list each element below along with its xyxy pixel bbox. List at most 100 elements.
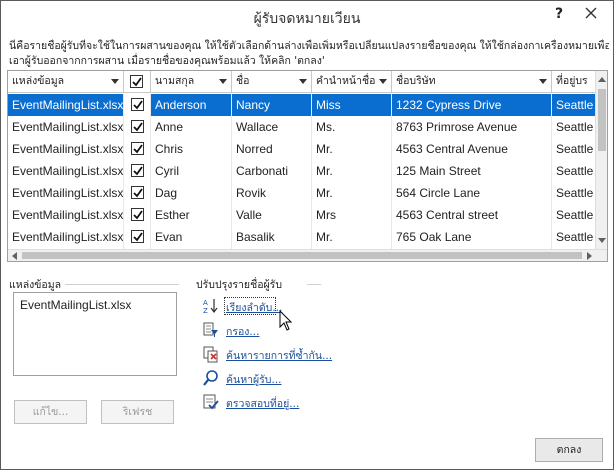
cell-last-name: Chris [151, 138, 232, 160]
cell-source: EventMailingList.xlsx [8, 138, 124, 160]
refine-list-label: ปรับปรุงรายชื่อผู้รับ [196, 279, 282, 291]
column-header-first-name[interactable]: ชื่อ [232, 71, 312, 93]
cell-first-name: Wallace [232, 116, 312, 138]
duplicates-icon [202, 345, 220, 363]
cell-address: Seattle [552, 182, 596, 204]
column-header-company[interactable]: ชื่อบริษัท [392, 71, 552, 93]
find-duplicates-link[interactable]: ค้นหารายการที่ซ้ำกัน... [202, 345, 342, 365]
scroll-down-icon[interactable] [598, 238, 606, 243]
cell-first-name: Valle [232, 204, 312, 226]
data-source-list[interactable]: EventMailingList.xlsx [13, 292, 177, 376]
scroll-right-icon[interactable] [587, 252, 592, 260]
sort-link-text[interactable]: เรียงลำดับ... [226, 299, 282, 316]
data-source-label: แหล่งข้อมูล [9, 279, 62, 291]
cell-include[interactable] [124, 94, 151, 116]
row-include-checkbox[interactable] [131, 164, 144, 177]
cell-address: Seattle [552, 138, 596, 160]
table-row[interactable]: EventMailingList.xlsx Anne Wallace Ms. 8763 … [8, 116, 596, 138]
mail-merge-recipients-dialog: ผู้รับจดหมายเวียน ? นี่คือรายชื่อผู้รับท… [0, 0, 614, 470]
cell-title: Mr. [312, 160, 392, 182]
find-duplicates-link-text[interactable]: ค้นหารายการที่ซ้ำกัน... [226, 347, 332, 364]
svg-text:Z: Z [203, 307, 208, 315]
check-icon [133, 122, 143, 132]
check-icon [133, 188, 143, 198]
validate-address-icon [202, 393, 220, 411]
cell-include[interactable] [124, 182, 151, 204]
find-recipient-link-text[interactable]: ค้นหาผู้รับ... [226, 371, 282, 388]
close-icon [585, 7, 597, 19]
table-row[interactable]: EventMailingList.xlsx Cyril Carbonati Mr. 12… [8, 160, 596, 182]
horizontal-scrollbar[interactable] [8, 249, 607, 261]
refine-divider [307, 284, 321, 285]
cell-title: Ms. [312, 116, 392, 138]
cell-first-name: Rovik [232, 182, 312, 204]
ok-button[interactable]: ตกลง [535, 438, 603, 462]
select-all-checkbox[interactable] [130, 75, 143, 88]
cell-include[interactable] [124, 204, 151, 226]
cell-title: Mr. [312, 182, 392, 204]
row-include-checkbox[interactable] [131, 230, 144, 243]
scroll-up-icon[interactable] [598, 77, 606, 82]
cell-title: Mr. [312, 226, 392, 248]
row-include-checkbox[interactable] [131, 142, 144, 155]
title-bar: ผู้รับจดหมายเวียน ? [1, 1, 613, 33]
check-icon [133, 100, 143, 110]
help-button[interactable]: ? [547, 3, 571, 25]
edit-button[interactable]: แก้ไข... [14, 400, 87, 424]
column-header-check-all[interactable] [124, 71, 151, 93]
filter-icon [202, 321, 220, 339]
filter-link-text[interactable]: กรอง... [226, 323, 259, 340]
cell-last-name: Esther [151, 204, 232, 226]
row-include-checkbox[interactable] [131, 186, 144, 199]
cell-title: Mrs [312, 204, 392, 226]
cell-include[interactable] [124, 226, 151, 248]
recipients-grid[interactable]: แหล่งข้อมูล นามสกุล ชื่อ คำนำหน้าชื่อ ชื… [7, 70, 608, 262]
cell-source: EventMailingList.xlsx [8, 204, 124, 226]
table-row[interactable]: EventMailingList.xlsx Chris Norred Mr. 4563 … [8, 138, 596, 160]
cell-include[interactable] [124, 116, 151, 138]
sort-icon: AZ [202, 297, 220, 315]
cell-last-name: Evan [151, 226, 232, 248]
check-icon [133, 232, 143, 242]
cell-source: EventMailingList.xlsx [8, 182, 124, 204]
cell-company: 8763 Primrose Avenue [392, 116, 552, 138]
row-include-checkbox[interactable] [131, 98, 144, 111]
cell-source: EventMailingList.xlsx [8, 94, 124, 116]
mouse-cursor-icon [279, 309, 293, 335]
column-header-title[interactable]: คำนำหน้าชื่อ [312, 71, 392, 93]
grid-header: แหล่งข้อมูล นามสกุล ชื่อ คำนำหน้าชื่อ ชื… [8, 71, 607, 93]
cell-first-name: Basalik [232, 226, 312, 248]
data-source-item[interactable]: EventMailingList.xlsx [20, 298, 131, 312]
row-include-checkbox[interactable] [131, 208, 144, 221]
vertical-scrollbar[interactable] [595, 71, 607, 261]
cell-include[interactable] [124, 138, 151, 160]
close-button[interactable] [573, 1, 611, 27]
chevron-down-icon [379, 79, 387, 84]
chevron-down-icon [539, 79, 547, 84]
table-row[interactable]: EventMailingList.xlsx Esther Valle Mrs 4563 … [8, 204, 596, 226]
column-header-last-name[interactable]: นามสกุล [151, 71, 232, 93]
table-row[interactable]: EventMailingList.xlsx Anderson Nancy Miss 12… [8, 94, 596, 116]
dialog-title: ผู้รับจดหมายเวียน [253, 11, 361, 27]
chevron-down-icon [299, 79, 307, 84]
validate-addresses-link-text[interactable]: ตรวจสอบที่อยู่... [226, 395, 299, 412]
find-recipient-icon [202, 369, 220, 387]
table-row[interactable]: EventMailingList.xlsx Evan Basalik Mr. 765 O… [8, 226, 596, 248]
instructions-line-2: เอาผู้รับออกจากการผสาน เมื่อรายชื่อของคุ… [9, 55, 325, 67]
cell-address: Seattle [552, 204, 596, 226]
validate-addresses-link[interactable]: ตรวจสอบที่อยู่... [202, 393, 312, 413]
refresh-button[interactable]: ริเฟรช [101, 400, 174, 424]
cell-last-name: Cyril [151, 160, 232, 182]
instructions-line-1: นี่คือรายชื่อผู้รับที่จะใช้ในการผสานของค… [9, 40, 609, 52]
instructions-text: นี่คือรายชื่อผู้รับที่จะใช้ในการผสานของค… [9, 39, 609, 69]
column-header-source[interactable]: แหล่งข้อมูล [8, 71, 124, 93]
cell-address: Seattle [552, 160, 596, 182]
row-include-checkbox[interactable] [131, 120, 144, 133]
cell-title: Mr. [312, 138, 392, 160]
cell-include[interactable] [124, 160, 151, 182]
table-row[interactable]: EventMailingList.xlsx Dag Rovik Mr. 564 Circ… [8, 182, 596, 204]
scroll-left-icon[interactable] [12, 252, 17, 260]
scroll-thumb-horizontal[interactable] [22, 252, 582, 259]
find-recipient-link[interactable]: ค้นหาผู้รับ... [202, 369, 302, 389]
scroll-thumb[interactable] [598, 89, 606, 151]
